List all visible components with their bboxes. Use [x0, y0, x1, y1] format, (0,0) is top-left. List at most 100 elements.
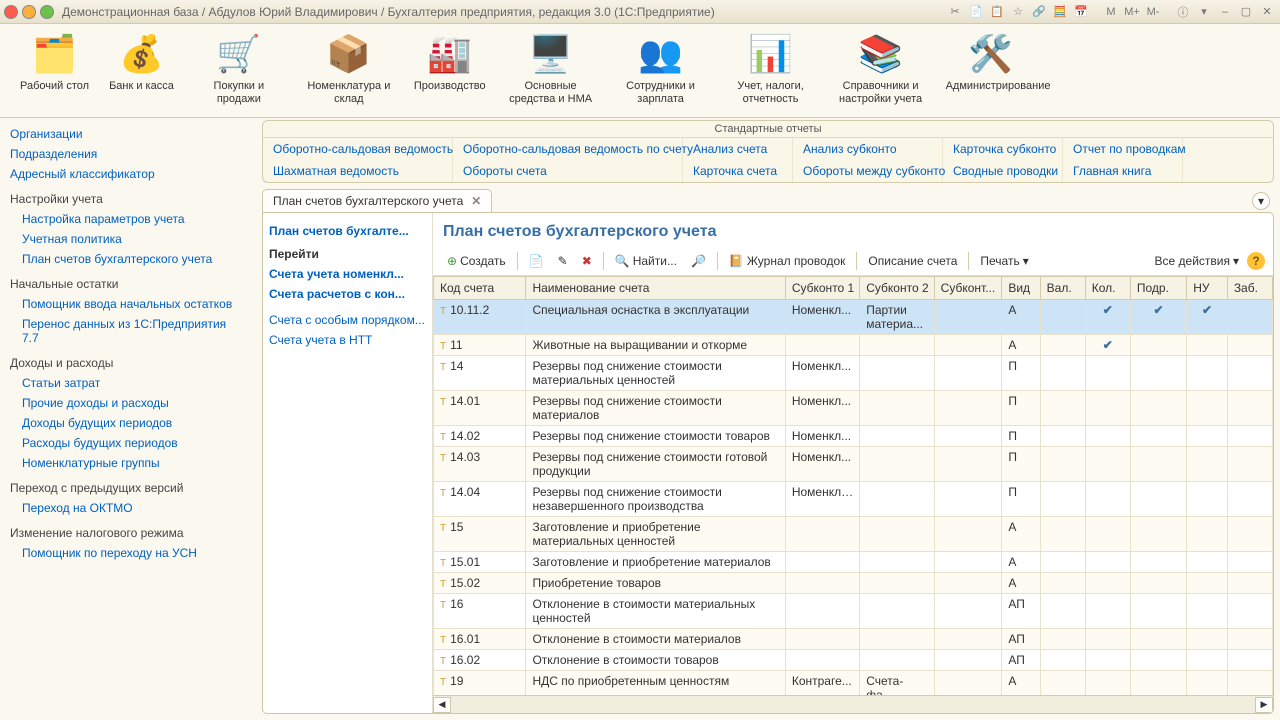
- nav-link[interactable]: Счета учета в НТТ: [269, 330, 426, 350]
- report-link[interactable]: Обороты между субконто: [793, 160, 943, 182]
- column-header[interactable]: Вал.: [1040, 277, 1085, 300]
- maximize-window-icon[interactable]: [40, 5, 54, 19]
- tab-chart-of-accounts[interactable]: План счетов бухгалтерского учета ✕: [262, 189, 492, 212]
- nav-link-active[interactable]: План счетов бухгалте...: [269, 221, 426, 241]
- help-icon[interactable]: ?: [1247, 252, 1265, 270]
- min-icon[interactable]: –: [1216, 3, 1234, 21]
- toolbar-item-1[interactable]: 💰Банк и касса: [99, 28, 184, 117]
- column-header[interactable]: Заб.: [1227, 277, 1272, 300]
- create-button[interactable]: ⊕Создать: [441, 251, 512, 271]
- find-button[interactable]: 🔍Найти...: [609, 251, 683, 271]
- column-header[interactable]: Подр.: [1130, 277, 1186, 300]
- table-row[interactable]: Т15.01 Заготовление и приобретение матер…: [434, 552, 1273, 573]
- horizontal-scrollbar[interactable]: ◀ ▶: [433, 695, 1273, 713]
- info-icon[interactable]: ⓘ: [1174, 3, 1192, 21]
- favorite-icon[interactable]: ☆: [1009, 3, 1027, 21]
- table-row[interactable]: Т14.01 Резервы под снижение стоимости ма…: [434, 391, 1273, 426]
- sidebar-link[interactable]: Настройка параметров учета: [10, 209, 246, 229]
- report-link[interactable]: Шахматная ведомость: [263, 160, 453, 182]
- table-row[interactable]: Т15 Заготовление и приобретение материал…: [434, 517, 1273, 552]
- table-row[interactable]: Т14.04 Резервы под снижение стоимости не…: [434, 482, 1273, 517]
- table-row[interactable]: Т16.02 Отклонение в стоимости товаров АП: [434, 650, 1273, 671]
- tab-close-icon[interactable]: ✕: [471, 194, 481, 208]
- close-icon[interactable]: ✕: [1258, 3, 1276, 21]
- column-header[interactable]: Код счета: [434, 277, 526, 300]
- toolbar-item-0[interactable]: 🗂️Рабочий стол: [10, 28, 99, 117]
- memory-mminus[interactable]: M-: [1144, 3, 1162, 21]
- toolbar-item-5[interactable]: 🖥️Основные средства и НМА: [496, 28, 606, 117]
- toolbar-item-2[interactable]: 🛒Покупки и продажи: [184, 28, 294, 117]
- table-scroll[interactable]: Код счетаНаименование счетаСубконто 1Суб…: [433, 276, 1273, 695]
- calendar-icon[interactable]: 📅: [1072, 3, 1090, 21]
- max-icon[interactable]: ▢: [1237, 3, 1255, 21]
- report-link[interactable]: Сводные проводки: [943, 160, 1063, 182]
- table-row[interactable]: Т19 НДС по приобретенным ценностям Контр…: [434, 671, 1273, 696]
- memory-m[interactable]: M: [1102, 3, 1120, 21]
- sidebar-link[interactable]: План счетов бухгалтерского учета: [10, 249, 246, 269]
- sidebar-link[interactable]: Прочие доходы и расходы: [10, 393, 246, 413]
- column-header[interactable]: Кол.: [1085, 277, 1130, 300]
- toolbar-item-6[interactable]: 👥Сотрудники и зарплата: [606, 28, 716, 117]
- column-header[interactable]: Вид: [1002, 277, 1040, 300]
- column-header[interactable]: НУ: [1187, 277, 1228, 300]
- description-button[interactable]: Описание счета: [862, 251, 963, 271]
- cut-icon[interactable]: ✂: [946, 3, 964, 21]
- clear-find-button[interactable]: 🔎: [685, 251, 712, 271]
- report-link[interactable]: Анализ счета: [683, 138, 793, 160]
- toolbar-item-3[interactable]: 📦Номенклатура и склад: [294, 28, 404, 117]
- sidebar-link[interactable]: Подразделения: [10, 144, 246, 164]
- report-link[interactable]: Главная книга: [1063, 160, 1183, 182]
- sidebar-link[interactable]: Статьи затрат: [10, 373, 246, 393]
- copy-button[interactable]: 📄: [523, 251, 550, 271]
- sidebar-link[interactable]: Перенос данных из 1С:Предприятия 7.7: [10, 314, 246, 348]
- table-row[interactable]: Т11 Животные на выращивании и откорме А …: [434, 335, 1273, 356]
- table-row[interactable]: Т16.01 Отклонение в стоимости материалов…: [434, 629, 1273, 650]
- memory-mplus[interactable]: M+: [1123, 3, 1141, 21]
- report-link[interactable]: Анализ субконто: [793, 138, 943, 160]
- report-link[interactable]: Отчет по проводкам: [1063, 138, 1183, 160]
- sidebar-link[interactable]: Помощник ввода начальных остатков: [10, 294, 246, 314]
- table-row[interactable]: Т14.03 Резервы под снижение стоимости го…: [434, 447, 1273, 482]
- toolbar-item-7[interactable]: 📊Учет, налоги, отчетность: [716, 28, 826, 117]
- sidebar-link[interactable]: Адресный классификатор: [10, 164, 246, 184]
- toolbar-item-4[interactable]: 🏭Производство: [404, 28, 496, 117]
- report-link[interactable]: Оборотно-сальдовая ведомость: [263, 138, 453, 160]
- sidebar-link[interactable]: Доходы будущих периодов: [10, 413, 246, 433]
- sidebar-link[interactable]: Номенклатурные группы: [10, 453, 246, 473]
- delete-button[interactable]: ✖: [576, 251, 598, 271]
- sidebar-link[interactable]: Переход на ОКТМО: [10, 498, 246, 518]
- table-row[interactable]: Т14.02 Резервы под снижение стоимости то…: [434, 426, 1273, 447]
- links-icon[interactable]: 🔗: [1030, 3, 1048, 21]
- report-link[interactable]: Обороты счета: [453, 160, 683, 182]
- sidebar-link[interactable]: Помощник по переходу на УСН: [10, 543, 246, 563]
- report-link[interactable]: Оборотно-сальдовая ведомость по счету: [453, 138, 683, 160]
- sidebar-link[interactable]: Расходы будущих периодов: [10, 433, 246, 453]
- dropdown-icon[interactable]: ▾: [1195, 3, 1213, 21]
- toolbar-item-8[interactable]: 📚Справочники и настройки учета: [826, 28, 936, 117]
- close-window-icon[interactable]: [4, 5, 18, 19]
- sidebar-link[interactable]: Организации: [10, 124, 246, 144]
- table-row[interactable]: Т10.11.2 Специальная оснастка в эксплуат…: [434, 300, 1273, 335]
- scroll-left-icon[interactable]: ◀: [433, 697, 451, 713]
- nav-link[interactable]: Счета учета номенкл...: [269, 264, 426, 284]
- paste-icon[interactable]: 📋: [988, 3, 1006, 21]
- print-button[interactable]: Печать ▾: [974, 251, 1034, 271]
- table-row[interactable]: Т16 Отклонение в стоимости материальных …: [434, 594, 1273, 629]
- sidebar-link[interactable]: Учетная политика: [10, 229, 246, 249]
- column-header[interactable]: Субконто 2: [860, 277, 934, 300]
- copy-icon[interactable]: 📄: [967, 3, 985, 21]
- table-row[interactable]: Т14 Резервы под снижение стоимости матер…: [434, 356, 1273, 391]
- report-link[interactable]: Карточка субконто: [943, 138, 1063, 160]
- nav-link[interactable]: Счета с особым порядком...: [269, 310, 426, 330]
- column-header[interactable]: Наименование счета: [526, 277, 785, 300]
- column-header[interactable]: Субконто 1: [785, 277, 859, 300]
- minimize-window-icon[interactable]: [22, 5, 36, 19]
- table-row[interactable]: Т15.02 Приобретение товаров А: [434, 573, 1273, 594]
- all-actions-button[interactable]: Все действия ▾: [1149, 251, 1246, 271]
- toolbar-item-9[interactable]: 🛠️Администрирование: [936, 28, 1046, 117]
- nav-link[interactable]: Счета расчетов с кон...: [269, 284, 426, 304]
- journal-button[interactable]: 📔Журнал проводок: [723, 251, 852, 271]
- collapse-icon[interactable]: ▾: [1252, 192, 1270, 210]
- column-header[interactable]: Субконт...: [934, 277, 1002, 300]
- scroll-right-icon[interactable]: ▶: [1255, 697, 1273, 713]
